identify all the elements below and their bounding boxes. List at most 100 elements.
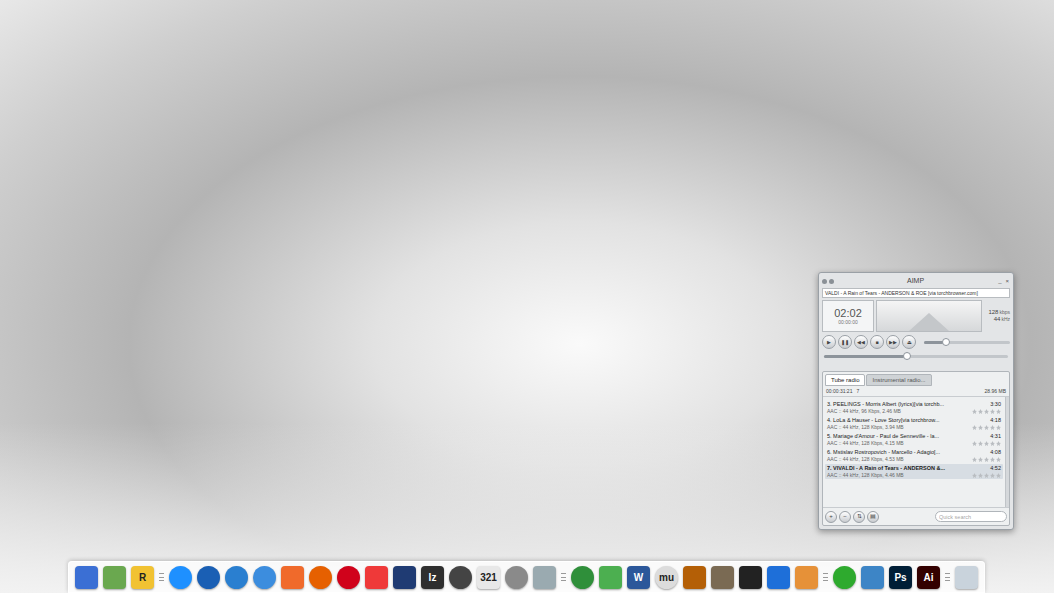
dock-app-icon[interactable]: [393, 566, 416, 589]
dock-app-icon[interactable]: lz: [421, 566, 444, 589]
dock-app-icon[interactable]: [253, 566, 276, 589]
player-window[interactable]: AIMP_×VALDI - A Rain of Tears - ANDERSON…: [818, 272, 1014, 530]
dock-separator: [823, 573, 828, 581]
star-icon[interactable]: [996, 473, 1001, 478]
playlist: 3. PEELINGS - Morris Albert (lyrics)[via…: [823, 397, 1009, 507]
quick-search[interactable]: [935, 511, 1007, 522]
dock-app-icon[interactable]: [861, 566, 884, 589]
dock-app-icon[interactable]: [365, 566, 388, 589]
playlist-row[interactable]: 6. Mstislav Rostropovich - Marcello - Ad…: [825, 448, 1003, 463]
dock-app-icon[interactable]: [711, 566, 734, 589]
dock-app-icon[interactable]: [505, 566, 528, 589]
dock-app-icon[interactable]: Ps: [889, 566, 912, 589]
control-button[interactable]: ⏏: [902, 335, 916, 349]
dock-app-icon[interactable]: Ai: [917, 566, 940, 589]
control-button[interactable]: ▶▶: [886, 335, 900, 349]
dock-app-label: W: [634, 572, 643, 583]
playlist-tab[interactable]: Tube radio: [825, 374, 865, 386]
star-icon[interactable]: [978, 425, 983, 430]
seek-slider[interactable]: [824, 355, 1008, 358]
star-icon[interactable]: [990, 425, 995, 430]
star-icon[interactable]: [996, 457, 1001, 462]
dock-app-icon[interactable]: 321: [477, 566, 500, 589]
control-button[interactable]: ■: [870, 335, 884, 349]
star-icon[interactable]: [978, 441, 983, 446]
control-button[interactable]: ▶: [822, 335, 836, 349]
window-button[interactable]: _: [997, 278, 1002, 285]
dock-app-icon[interactable]: [571, 566, 594, 589]
seek-thumb[interactable]: [903, 352, 911, 360]
bitrate-unit: kbps: [999, 309, 1010, 315]
volume-thumb[interactable]: [942, 338, 950, 346]
track-title: 6. Mstislav Rostropovich - Marcello - Ad…: [827, 449, 940, 456]
dock-app-icon[interactable]: [309, 566, 332, 589]
star-icon[interactable]: [978, 457, 983, 462]
star-icon[interactable]: [984, 409, 989, 414]
rating[interactable]: [972, 441, 1001, 446]
playlist-row[interactable]: 3. PEELINGS - Morris Albert (lyrics)[via…: [825, 400, 1003, 415]
rating[interactable]: [972, 409, 1001, 414]
playlist-button[interactable]: ▤: [867, 511, 879, 523]
scrollbar[interactable]: [1005, 397, 1009, 507]
star-icon[interactable]: [972, 425, 977, 430]
star-icon[interactable]: [984, 473, 989, 478]
playlist-row[interactable]: 4. LoLa & Hauser - Love Story[via torchb…: [825, 416, 1003, 431]
menu-icon[interactable]: [822, 279, 827, 284]
dock-app-icon[interactable]: [103, 566, 126, 589]
rating[interactable]: [972, 425, 1001, 430]
dock-app-icon[interactable]: [955, 566, 978, 589]
dock-app-icon[interactable]: [833, 566, 856, 589]
rating[interactable]: [972, 457, 1001, 462]
dock-app-icon[interactable]: [197, 566, 220, 589]
star-icon[interactable]: [984, 457, 989, 462]
control-button[interactable]: ◀◀: [854, 335, 868, 349]
playlist-button[interactable]: ⇅: [853, 511, 865, 523]
dock-app-icon[interactable]: W: [627, 566, 650, 589]
playlist-toolbar: +−⇅▤: [823, 507, 1009, 525]
title-bar[interactable]: AIMP_×: [822, 276, 1010, 286]
dock-app-label: R: [139, 572, 146, 583]
volume-slider[interactable]: [924, 341, 1010, 344]
star-icon[interactable]: [972, 409, 977, 414]
dock-app-icon[interactable]: [337, 566, 360, 589]
playlist-row[interactable]: 5. Mariage d'Amour - Paul de Senneville …: [825, 432, 1003, 447]
star-icon[interactable]: [996, 409, 1001, 414]
star-icon[interactable]: [996, 441, 1001, 446]
star-icon[interactable]: [972, 441, 977, 446]
star-icon[interactable]: [978, 473, 983, 478]
star-icon[interactable]: [990, 473, 995, 478]
star-icon[interactable]: [990, 409, 995, 414]
star-icon[interactable]: [984, 425, 989, 430]
dock-app-icon[interactable]: R: [131, 566, 154, 589]
dock-app-icon[interactable]: [75, 566, 98, 589]
playlist-count: 7: [856, 388, 859, 394]
playlist-duration: 00:00:31:21: [826, 388, 852, 394]
dock-app-icon[interactable]: [767, 566, 790, 589]
playlist-row[interactable]: 7. VIVALDI - A Rain of Tears - ANDERSON …: [825, 464, 1003, 479]
dock-app-label: Ai: [924, 572, 934, 583]
control-button[interactable]: ❚❚: [838, 335, 852, 349]
dock-app-icon[interactable]: [281, 566, 304, 589]
dock-app-icon[interactable]: [683, 566, 706, 589]
dock-app-icon[interactable]: mu: [655, 566, 678, 589]
dock-app-icon[interactable]: [599, 566, 622, 589]
star-icon[interactable]: [972, 473, 977, 478]
dock-app-icon[interactable]: [795, 566, 818, 589]
dock-app-icon[interactable]: [449, 566, 472, 589]
star-icon[interactable]: [990, 457, 995, 462]
playlist-button[interactable]: −: [839, 511, 851, 523]
rating[interactable]: [972, 473, 1001, 478]
playlist-tab[interactable]: Instrumental radio...: [866, 374, 931, 386]
window-button[interactable]: ×: [1004, 278, 1010, 285]
settings-icon[interactable]: [829, 279, 834, 284]
star-icon[interactable]: [996, 425, 1001, 430]
star-icon[interactable]: [984, 441, 989, 446]
star-icon[interactable]: [972, 457, 977, 462]
dock-app-icon[interactable]: [169, 566, 192, 589]
playlist-button[interactable]: +: [825, 511, 837, 523]
dock-app-icon[interactable]: [225, 566, 248, 589]
dock-app-icon[interactable]: [533, 566, 556, 589]
dock-app-icon[interactable]: [739, 566, 762, 589]
star-icon[interactable]: [978, 409, 983, 414]
star-icon[interactable]: [990, 441, 995, 446]
